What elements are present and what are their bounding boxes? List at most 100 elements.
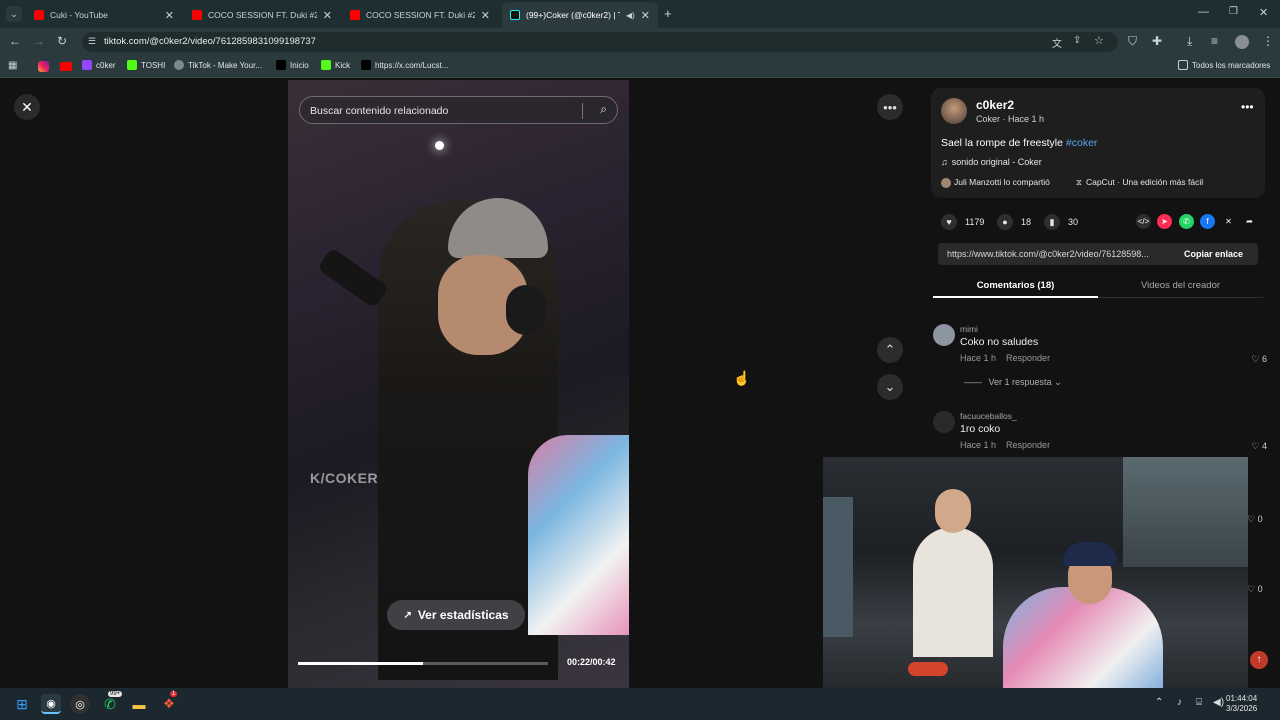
send-icon[interactable]: ➤ (1157, 214, 1172, 229)
tab-coco-session-1[interactable]: COCO SESSION FT. Duki #2 - Yo ✕ (184, 2, 340, 28)
bookmark-star-icon[interactable]: ☆ (1094, 34, 1104, 47)
comment-username[interactable]: facuuceballos_ (960, 411, 1017, 421)
bookmark-label: TikTok - Make Your... (188, 60, 262, 70)
close-video-button[interactable]: ✕ (14, 94, 40, 120)
chrome-icon[interactable]: ◉ (41, 694, 61, 714)
scroll-top-button[interactable]: ↑ (1250, 651, 1268, 669)
comment-like[interactable]: ♡ 4 (1251, 441, 1267, 452)
close-tab-icon[interactable]: ✕ (481, 9, 490, 22)
comment-like[interactable]: ♡ 0 (1247, 514, 1263, 525)
reply-button[interactable]: Responder (1006, 353, 1050, 363)
video-player[interactable]: Buscar contenido relacionado ⌕ K/COKER ↗… (288, 80, 629, 688)
speaker-icon[interactable]: ◀) (626, 11, 635, 20)
bookmark-c0ker[interactable]: c0ker (82, 60, 116, 70)
video-progress-bar[interactable] (298, 662, 548, 665)
volume-icon[interactable]: ◀) (1213, 697, 1224, 708)
network-icon[interactable]: ⌸ (1196, 697, 1202, 708)
instagram-icon[interactable] (38, 61, 49, 72)
related-search-input[interactable]: Buscar contenido relacionado ⌕ (299, 96, 618, 124)
all-bookmarks[interactable]: Todos los marcadores (1178, 60, 1270, 70)
sound-row[interactable]: ♫ sonido original - Coker (941, 157, 1042, 167)
tab-cuki-youtube[interactable]: Cuki - YouTube ✕ (26, 2, 182, 28)
shield-icon[interactable]: ⛉ (1128, 34, 1137, 49)
view-replies-button[interactable]: —— Ver 1 respuesta ⌄ (964, 377, 1062, 388)
previous-video-button[interactable]: ⌃ (877, 337, 903, 363)
comment-like[interactable]: ♡ 0 (1247, 584, 1263, 595)
new-tab-button[interactable]: + (664, 6, 672, 21)
bookmark-label: https://x.com/Lucst... (375, 60, 449, 70)
comment-meta: Hace 1 h Responder (960, 353, 1050, 363)
microphone-icon[interactable]: ♪ (1177, 697, 1182, 708)
tab-creator-videos[interactable]: Videos del creador (1098, 280, 1263, 291)
avatar[interactable] (933, 411, 955, 433)
minimize-button[interactable]: — (1198, 6, 1209, 18)
creator-username[interactable]: c0ker2 (976, 98, 1014, 112)
view-stats-button[interactable]: ↗ Ver estadísticas (387, 600, 525, 630)
view-stats-label: Ver estadísticas (417, 608, 509, 622)
menu-icon[interactable]: ⋮ (1262, 34, 1274, 48)
obs-icon[interactable]: ◎ (70, 694, 90, 714)
translate-icon[interactable]: 文 (1052, 35, 1062, 50)
video-light (435, 141, 444, 150)
avatar[interactable] (941, 98, 967, 124)
back-icon[interactable]: ← (9, 34, 21, 48)
profile-avatar[interactable] (1235, 35, 1249, 49)
like-action[interactable]: ♥ 1179 (941, 214, 984, 230)
bookmark-kick[interactable]: Kick (321, 60, 350, 70)
site-info-icon[interactable]: ☰ (88, 36, 96, 47)
tray-chevron-icon[interactable]: ⌃ (1155, 697, 1163, 708)
file-explorer-icon[interactable]: ▬ (129, 694, 149, 714)
media-icon[interactable]: ≡ (1211, 34, 1218, 48)
avatar[interactable] (933, 324, 955, 346)
tab-comments[interactable]: Comentarios (18) (933, 280, 1098, 291)
tab-coco-session-2[interactable]: COCO SESSION FT. Duki #2 - Yo ✕ (342, 2, 498, 28)
install-icon[interactable]: ⇪ (1073, 35, 1081, 46)
apps-grid-icon[interactable]: ▦ (8, 60, 17, 71)
embed-icon[interactable]: </> (1136, 214, 1151, 229)
youtube-icon[interactable] (60, 62, 72, 71)
shared-by-row[interactable]: Juli Manzotti lo compartió (941, 177, 1050, 188)
reload-icon[interactable]: ↻ (57, 34, 67, 48)
more-options-button[interactable]: ••• (877, 94, 903, 120)
omnibox[interactable]: ☰ tiktok.com/@c0ker2/video/7612859831099… (82, 32, 1118, 52)
comment-like-count: 0 (1257, 514, 1263, 524)
whatsapp-taskbar-icon[interactable]: ✆ (100, 694, 120, 714)
bookmark-inicio[interactable]: Inicio (276, 60, 309, 70)
restore-button[interactable]: ❐ (1229, 6, 1238, 17)
copy-link-button[interactable]: Copiar enlace (1184, 249, 1243, 259)
next-video-button[interactable]: ⌄ (877, 374, 903, 400)
webcam-person-front (1003, 587, 1163, 697)
sharer-avatar (941, 177, 951, 188)
bookmarks-bar: ▦ c0ker TOSHI TikTok - Make Your... Inic… (0, 56, 1280, 78)
more-menu-icon[interactable]: ••• (1241, 100, 1254, 114)
extensions-icon[interactable]: ✚ (1152, 34, 1162, 48)
share-arrow-icon[interactable]: ➦ (1242, 214, 1257, 229)
close-tab-icon[interactable]: ✕ (323, 9, 332, 22)
x-share-icon[interactable]: ✕ (1221, 214, 1236, 229)
tab-list-chevron-icon[interactable]: ⌄ (6, 6, 22, 22)
bookmark-x-lucst[interactable]: https://x.com/Lucst... (361, 60, 448, 70)
facebook-icon[interactable]: f (1200, 214, 1215, 229)
search-icon[interactable]: ⌕ (600, 102, 607, 117)
taskbar-clock[interactable]: 01:44:04 3/3/2026 (1226, 694, 1257, 714)
whatsapp-icon[interactable]: ✆ (1179, 214, 1194, 229)
close-tab-icon[interactable]: ✕ (641, 9, 650, 22)
reply-button[interactable]: Responder (1006, 440, 1050, 450)
bookmark-toshi[interactable]: TOSHI (127, 60, 165, 70)
comment-like[interactable]: ♡ 6 (1251, 354, 1267, 365)
capcut-row[interactable]: ⧖ CapCut · Una edición más fácil (1076, 177, 1203, 188)
video-link-box[interactable]: https://www.tiktok.com/@c0ker2/video/761… (938, 243, 1258, 265)
save-action[interactable]: ▮ 30 (1044, 214, 1078, 230)
forward-icon[interactable]: → (33, 34, 45, 48)
progress-fill (298, 662, 423, 665)
comment-action[interactable]: ● 18 (997, 214, 1031, 230)
tab-tiktok-coker[interactable]: (99+)Coker (@c0ker2) | Tik ◀) ✕ (502, 2, 658, 28)
hashtag-link[interactable]: #coker (1066, 137, 1098, 149)
close-window-button[interactable]: ✕ (1259, 6, 1268, 19)
app-icon[interactable]: ❖ (159, 694, 179, 714)
bookmark-tiktok-make[interactable]: TikTok - Make Your... (174, 60, 262, 70)
close-tab-icon[interactable]: ✕ (165, 9, 174, 22)
comment-username[interactable]: mimi (960, 324, 978, 334)
download-icon[interactable]: ⤓ (1187, 34, 1192, 49)
windows-start-icon[interactable]: ⊞ (12, 694, 32, 714)
